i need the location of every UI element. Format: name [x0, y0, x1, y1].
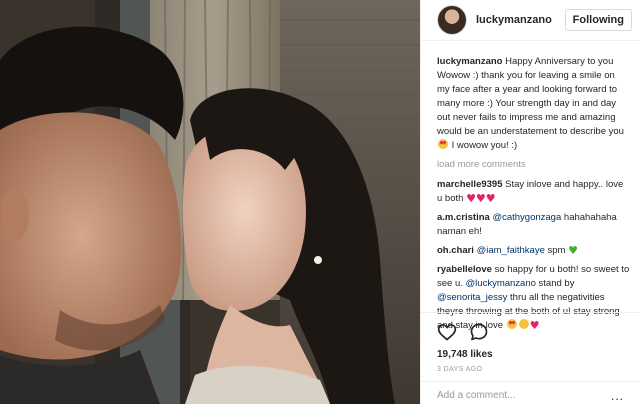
- caption-username[interactable]: luckymanzano: [437, 56, 502, 67]
- action-icons: [437, 321, 624, 343]
- comment-mention[interactable]: @senorita_jessy: [437, 292, 507, 303]
- comment-username[interactable]: oh.chari: [437, 245, 474, 256]
- comment-bubble-icon[interactable]: [469, 322, 489, 342]
- following-button[interactable]: Following: [564, 9, 632, 31]
- green-heart-emoji-icon: ♥: [568, 244, 578, 257]
- comments-list: luckymanzano Happy Anniversary to you Wo…: [437, 55, 630, 338]
- comment-mention[interactable]: @cathygonzaga: [492, 212, 561, 223]
- header-username[interactable]: luckymanzano: [476, 14, 565, 26]
- more-options-icon[interactable]: ...: [611, 390, 624, 402]
- heart-eyes-emoji-icon: [438, 139, 448, 149]
- post-photo[interactable]: [0, 0, 420, 404]
- like-heart-icon[interactable]: [437, 322, 457, 342]
- caption-text: Happy Anniversary to you Wowow :) thank …: [437, 56, 624, 137]
- list-item: oh.chari @iam_faithkaye spm ♥: [437, 244, 630, 258]
- add-comment-bar: ...: [421, 381, 640, 404]
- comment-mention[interactable]: @luckymanzano: [466, 278, 536, 289]
- post-timestamp: 3 DAYS AGO: [437, 366, 483, 373]
- add-comment-input[interactable]: [437, 390, 607, 401]
- caption-text-end: I wowow you! :): [451, 140, 518, 151]
- post-actions: 19,748 likes 3 DAYS AGO: [421, 312, 640, 373]
- post-side-panel: luckymanzano Following luckymanzano Happ…: [420, 0, 640, 404]
- comment-mention[interactable]: @iam_faithkaye: [477, 245, 545, 256]
- red-hearts-emoji-icon: ♥♥♥: [466, 192, 496, 205]
- caption: luckymanzano Happy Anniversary to you Wo…: [437, 55, 630, 153]
- couple-photo-image: [0, 0, 420, 404]
- likes-count[interactable]: 19,748 likes: [437, 349, 624, 360]
- comment-username[interactable]: marchelle9395: [437, 179, 503, 190]
- comment-text: spm: [547, 245, 566, 256]
- avatar[interactable]: [437, 5, 467, 35]
- comment-text: stand by: [538, 278, 575, 289]
- comment-username[interactable]: ryabellelove: [437, 264, 492, 275]
- comment-username[interactable]: a.m.cristina: [437, 212, 490, 223]
- list-item: marchelle9395 Stay inlove and happy.. lo…: [437, 178, 630, 206]
- load-more-comments-link[interactable]: load more comments: [437, 158, 630, 172]
- post-header: luckymanzano Following: [421, 0, 640, 41]
- list-item: a.m.cristina @cathygonzaga hahahahaha na…: [437, 211, 630, 239]
